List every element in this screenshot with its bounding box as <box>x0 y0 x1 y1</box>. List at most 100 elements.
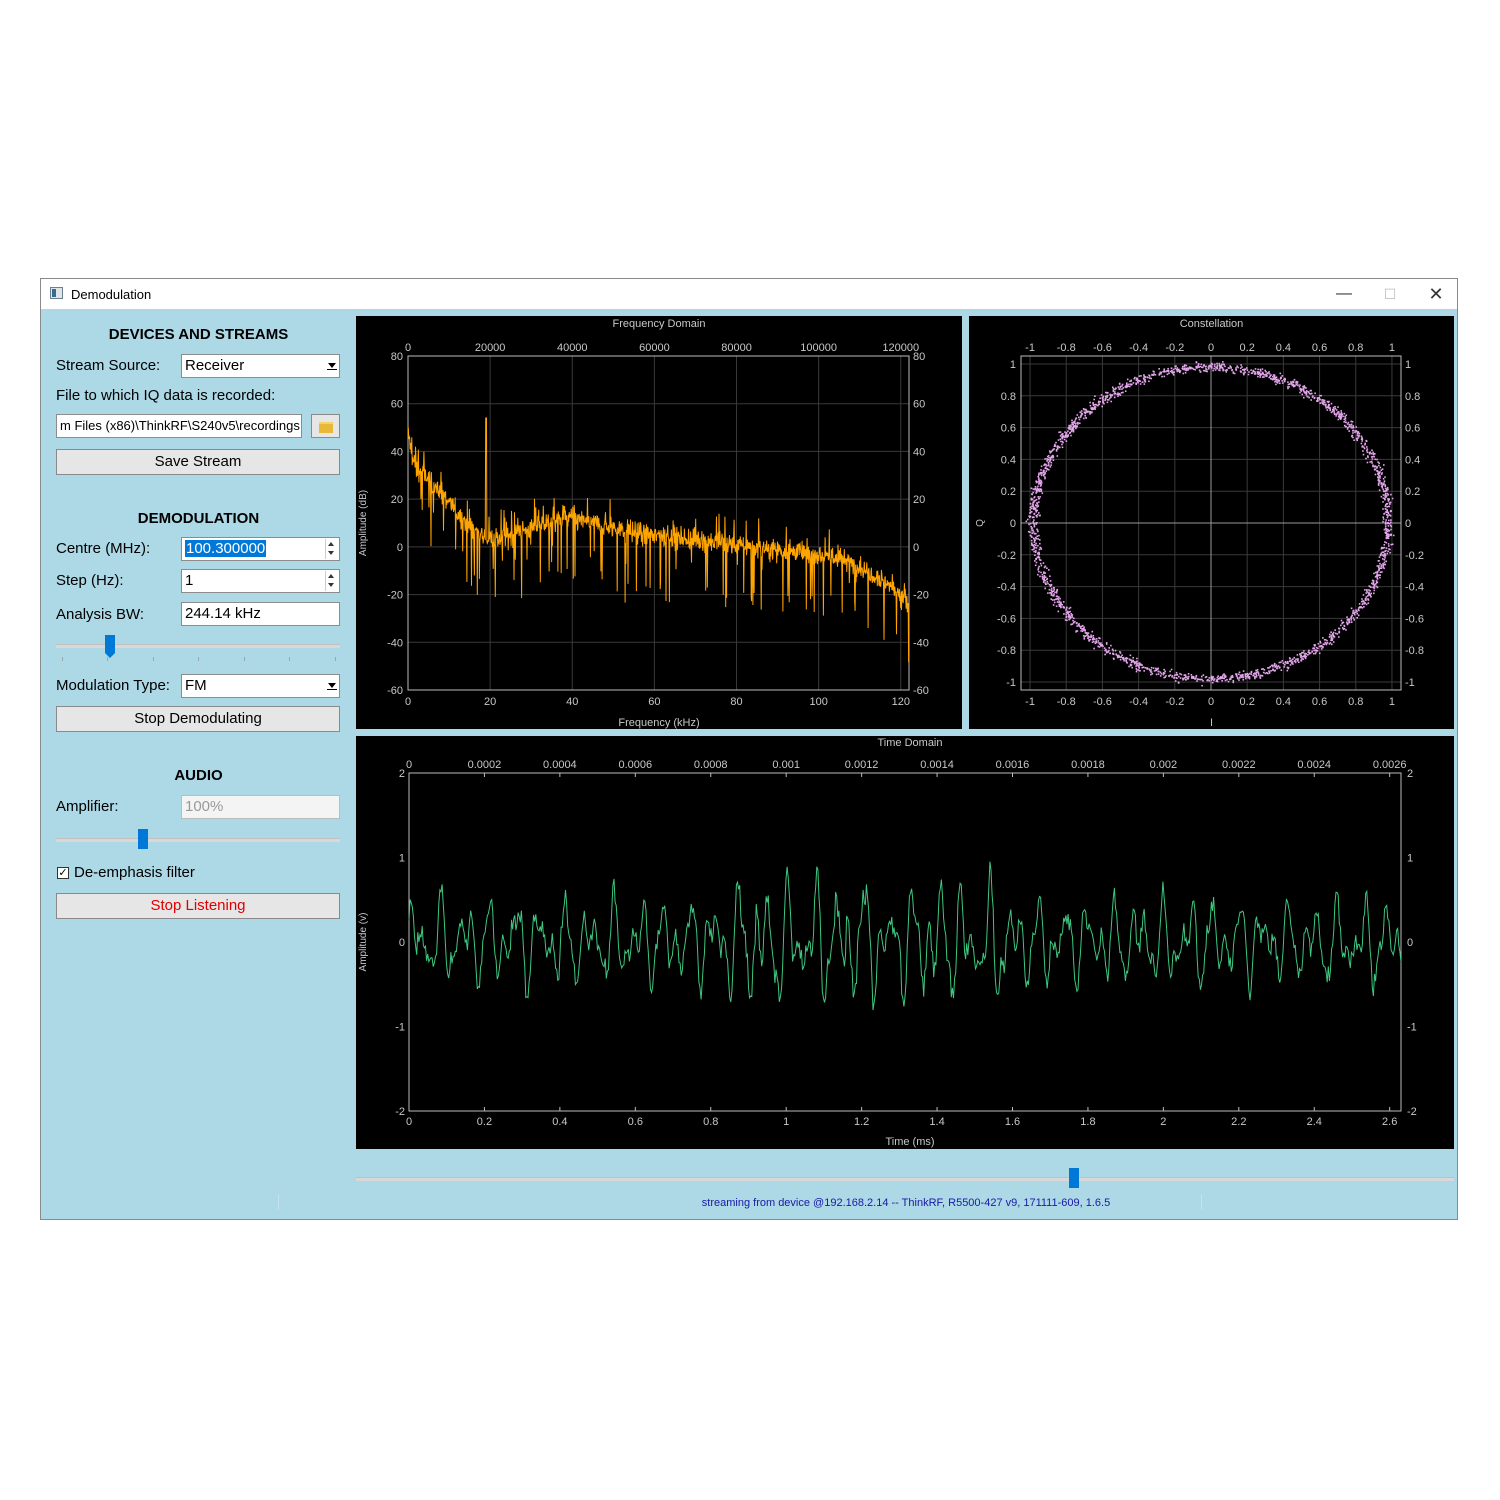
constellation-point <box>1097 401 1100 404</box>
slider-handle[interactable] <box>105 635 116 658</box>
x-tick-label: 60 <box>648 696 660 708</box>
constellation-point <box>1208 368 1210 370</box>
constellation-point <box>1321 399 1323 401</box>
constellation-point <box>1276 667 1278 670</box>
constellation-point <box>1107 391 1109 394</box>
stream-source-select[interactable]: Receiver <box>181 354 340 378</box>
analysis-bw-field[interactable]: 244.14 kHz <box>181 602 340 626</box>
save-stream-button[interactable]: Save Stream <box>56 449 340 475</box>
constellation-point <box>1125 384 1128 386</box>
maximize-button[interactable]: ☐ <box>1367 279 1413 309</box>
constellation-point <box>1391 497 1394 500</box>
time-scroll-slider[interactable] <box>356 1167 1454 1191</box>
constellation-point <box>1380 567 1383 569</box>
frequency-domain-plot[interactable]: Frequency Domain Frequency (kHz) Amplitude… <box>356 316 962 729</box>
constellation-point <box>1144 376 1146 379</box>
slider-handle[interactable] <box>138 829 149 849</box>
constellation-point <box>1150 377 1152 380</box>
x-tick-label: 100 <box>809 696 827 708</box>
x-tick-label-top: 0 <box>405 342 411 354</box>
y-tick-label: 1 <box>399 853 405 865</box>
constellation-point <box>1362 603 1364 605</box>
constellation-point <box>1069 424 1072 427</box>
constellation-point <box>1186 678 1189 680</box>
constellation-point <box>1310 389 1312 392</box>
folder-icon <box>319 422 333 433</box>
constellation-point <box>1318 652 1321 655</box>
constellation-point <box>1257 375 1259 378</box>
y-tick-label-right: -60 <box>913 685 929 697</box>
constellation-point <box>1037 496 1039 498</box>
constellation-plot[interactable]: Constellation I Q -1 -1 -0.8 -0.8 -0.6 -0.6 -0.4 -… <box>969 316 1454 729</box>
x-tick-label: 0.2 <box>1240 696 1255 708</box>
constellation-point <box>1308 396 1310 399</box>
centre-spinbox[interactable]: 100.300000 <box>181 537 340 561</box>
constellation-point <box>1381 571 1383 573</box>
x-tick-label: 1.6 <box>1005 1116 1020 1128</box>
centre-stepper[interactable] <box>325 539 338 559</box>
x-tick-label-top: 60000 <box>639 342 670 354</box>
step-spinbox[interactable]: 1 <box>181 569 340 593</box>
constellation-point <box>1037 538 1040 540</box>
x-tick-label: 1 <box>783 1116 789 1128</box>
constellation-point <box>1208 677 1211 679</box>
constellation-point <box>1055 592 1058 594</box>
constellation-point <box>1373 589 1376 592</box>
frequency-domain-chart: Frequency Domain Frequency (kHz) Amplitude… <box>358 318 929 729</box>
constellation-point <box>1128 383 1130 386</box>
browse-folder-button[interactable] <box>311 414 340 438</box>
y-tick-label-right: -1 <box>1405 677 1415 689</box>
constellation-point <box>1040 474 1043 477</box>
constellation-point <box>1311 650 1313 653</box>
constellation-point <box>1281 380 1283 382</box>
minimize-button[interactable]: — <box>1321 279 1367 309</box>
amplifier-slider[interactable] <box>56 828 340 852</box>
constellation-point <box>1094 642 1097 645</box>
constellation-point <box>1039 514 1041 517</box>
plot-frame <box>407 355 910 691</box>
slider-handle[interactable] <box>1068 1168 1079 1188</box>
constellation-point <box>1045 583 1047 585</box>
constellation-point <box>1042 576 1044 578</box>
stop-listening-button[interactable]: Stop Listening <box>56 893 340 919</box>
constellation-point <box>1105 395 1107 398</box>
file-path-input[interactable]: m Files (x86)\ThinkRF\S240v5\recordings <box>56 414 302 438</box>
constellation-point <box>1167 370 1170 373</box>
constellation-point <box>1379 466 1382 469</box>
constellation-point <box>1058 596 1060 598</box>
constellation-point <box>1050 455 1053 458</box>
constellation-point <box>1242 676 1244 679</box>
constellation-point <box>1272 374 1275 376</box>
constellation-point <box>1213 367 1215 370</box>
constellation-point <box>1382 564 1384 567</box>
deemphasis-checkbox[interactable]: ✓ <box>57 867 69 879</box>
constellation-point <box>1054 591 1056 594</box>
constellation-point <box>1273 664 1276 667</box>
constellation-point <box>1357 437 1359 439</box>
constellation-point <box>1374 473 1377 476</box>
constellation-point <box>1219 677 1222 680</box>
constellation-point <box>1370 452 1373 455</box>
modulation-type-select[interactable]: FM <box>181 674 340 698</box>
constellation-point <box>1159 671 1162 674</box>
constellation-point <box>1341 627 1344 629</box>
constellation-point <box>1044 467 1046 470</box>
constellation-point <box>1078 418 1081 421</box>
step-stepper[interactable] <box>325 571 338 591</box>
constellation-point <box>1059 431 1062 433</box>
constellation-point <box>1101 643 1103 646</box>
arrow-up-icon <box>328 542 334 546</box>
x-axis-label: I <box>1210 717 1213 729</box>
title-bar[interactable]: Demodulation — ☐ ✕ <box>41 279 1457 309</box>
constellation-point <box>1135 670 1138 673</box>
analysis-bw-slider[interactable] <box>56 632 340 664</box>
y-tick-label: 0 <box>397 542 403 554</box>
constellation-point <box>1094 638 1096 640</box>
constellation-point <box>1068 432 1071 434</box>
constellation-point <box>1328 636 1331 638</box>
stop-demodulating-button[interactable]: Stop Demodulating <box>56 706 340 732</box>
close-button[interactable]: ✕ <box>1413 279 1459 309</box>
constellation-point <box>1030 539 1033 542</box>
time-domain-plot[interactable]: Time Domain Time (ms) Amplitude (v) 0 0 0.2 0.… <box>356 736 1454 1149</box>
constellation-point <box>1201 684 1203 687</box>
